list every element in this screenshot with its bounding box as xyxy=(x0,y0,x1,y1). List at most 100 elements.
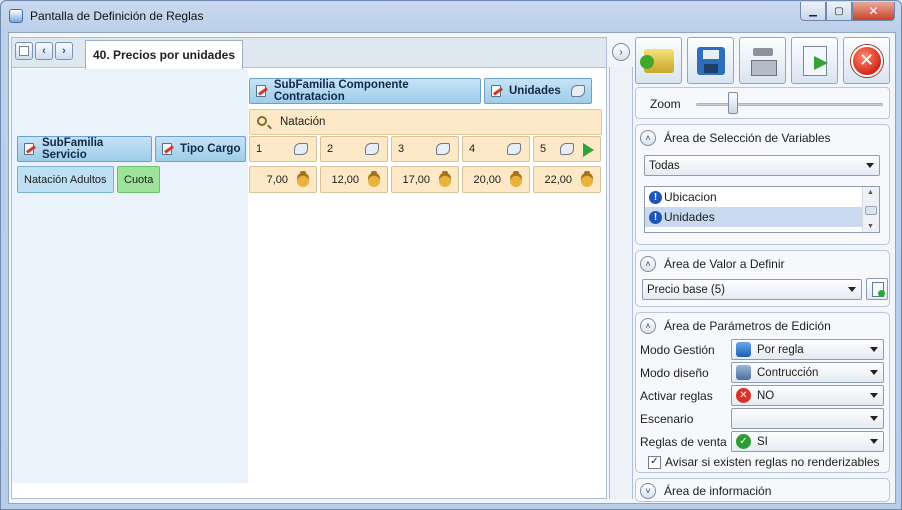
title-bar[interactable]: Pantalla de Definición de Reglas ▁ ▢ ✕ xyxy=(1,1,901,31)
tab-next-button[interactable]: › xyxy=(55,42,73,60)
search-icon xyxy=(257,116,267,126)
modo-diseno-dropdown[interactable]: Contrucción xyxy=(731,362,884,383)
dimension-icon xyxy=(22,142,36,156)
unit-header-cell[interactable]: 5 xyxy=(533,136,601,162)
add-value-button[interactable] xyxy=(866,278,888,300)
price-cell[interactable]: 22,00 xyxy=(533,166,601,193)
yes-icon: ✓ xyxy=(736,434,751,449)
dimension-icon xyxy=(489,84,503,98)
unit-label: 5 xyxy=(540,143,547,155)
variables-list[interactable]: ! Ubicacion ! Unidades ▲ ▼ xyxy=(644,186,880,233)
section-title: Área de Selección de Variables xyxy=(664,131,831,145)
render-warning-checkbox[interactable]: ✓ xyxy=(648,455,661,469)
minimize-button[interactable]: ▁ xyxy=(800,2,826,21)
filter-value: Natación xyxy=(280,116,326,128)
col-dimension-subfamilia-componente[interactable]: SubFamilia Componente Contratacion xyxy=(249,78,481,104)
open-button[interactable] xyxy=(635,37,682,84)
variables-filter-dropdown[interactable]: Todas xyxy=(644,155,880,176)
tab-prev-button[interactable]: ‹ xyxy=(35,42,53,60)
col-dimension-label: SubFamilia Componente Contratacion xyxy=(273,79,409,103)
param-row-activar-reglas: Activar reglas ✕ NO xyxy=(640,385,886,407)
expand-chevron-icon[interactable]: ˅ xyxy=(640,483,656,499)
list-scrollbar[interactable]: ▲ ▼ xyxy=(862,187,879,232)
info-section-header[interactable]: ˅ Área de información xyxy=(640,482,771,500)
list-item[interactable]: ! Unidades xyxy=(645,207,879,227)
dropdown-value: SI xyxy=(757,435,768,448)
panel-splitter[interactable] xyxy=(609,67,633,499)
collapse-chevron-icon[interactable]: ˄ xyxy=(640,256,656,272)
section-title: Área de información xyxy=(664,484,772,498)
param-row-escenario: Escenario xyxy=(640,408,886,430)
price-cell[interactable]: 17,00 xyxy=(391,166,459,193)
zoom-slider-thumb[interactable] xyxy=(728,92,738,114)
col-dimension-unidades[interactable]: Unidades xyxy=(484,78,592,104)
variables-section-header[interactable]: ˄ Área de Selección de Variables xyxy=(640,129,831,147)
price-cell[interactable]: 20,00 xyxy=(462,166,530,193)
section-title: Área de Parámetros de Edición xyxy=(664,319,831,333)
book-icon xyxy=(736,342,751,357)
cancel-button[interactable]: ✕ xyxy=(843,37,890,84)
tab-precios-por-unidades[interactable]: 40. Precios por unidades xyxy=(85,40,243,69)
unit-label: 4 xyxy=(469,143,476,155)
reglas-venta-dropdown[interactable]: ✓ SI xyxy=(731,431,884,452)
row-header-area xyxy=(12,69,248,483)
col-dimension-label: Unidades xyxy=(509,85,561,97)
chevron-down-icon xyxy=(870,393,878,398)
price-value: 17,00 xyxy=(402,173,430,186)
value-dropdown[interactable]: Precio base (5) xyxy=(642,279,862,300)
row-value-subfamilia[interactable]: Natación Adultos xyxy=(17,166,114,193)
link-icon xyxy=(365,143,379,155)
dropdown-value: Todas xyxy=(649,159,680,172)
value-section: ˄ Área de Valor a Definir Precio base (5… xyxy=(635,250,890,307)
money-bag-icon xyxy=(510,171,522,187)
param-label: Modo diseño xyxy=(640,366,709,380)
row-dimension-tipo-cargo[interactable]: Tipo Cargo xyxy=(155,136,246,162)
zoom-slider-track[interactable] xyxy=(696,103,883,106)
collapse-chevron-icon[interactable]: ˄ xyxy=(640,318,656,334)
export-button[interactable] xyxy=(791,37,838,84)
collapse-chevron-icon[interactable]: ˄ xyxy=(640,130,656,146)
filter-value-bar[interactable]: Natación xyxy=(249,109,602,135)
scroll-thumb[interactable] xyxy=(865,206,877,215)
link-icon[interactable] xyxy=(571,85,585,97)
scroll-down-icon[interactable]: ▼ xyxy=(867,223,874,230)
row-value-tipo-cargo[interactable]: Cuota xyxy=(117,166,160,193)
activar-reglas-dropdown[interactable]: ✕ NO xyxy=(731,385,884,406)
row-dimension-label: Tipo Cargo xyxy=(180,143,241,155)
value-section-header[interactable]: ˄ Área de Valor a Definir xyxy=(640,255,785,273)
price-value: 22,00 xyxy=(544,173,572,186)
row-dimension-subfamilia-servicio[interactable]: SubFamilia Servicio xyxy=(17,136,152,162)
play-icon[interactable] xyxy=(583,143,594,157)
price-cell[interactable]: 12,00 xyxy=(320,166,388,193)
checkbox-label: Avisar si existen reglas no renderizable… xyxy=(665,455,880,469)
list-item[interactable]: ! Ubicacion xyxy=(645,187,879,207)
compile-button[interactable] xyxy=(739,37,786,84)
scroll-up-icon[interactable]: ▲ xyxy=(867,189,874,196)
money-bag-icon xyxy=(439,171,451,187)
unit-label: 1 xyxy=(256,143,263,155)
unit-header-cell[interactable]: 3 xyxy=(391,136,459,162)
window-title: Pantalla de Definición de Reglas xyxy=(30,9,204,23)
chevron-down-icon xyxy=(870,347,878,352)
modo-gestion-dropdown[interactable]: Por regla xyxy=(731,339,884,360)
param-row-modo-gestion: Modo Gestión Por regla xyxy=(640,339,886,361)
close-button[interactable]: ✕ xyxy=(852,2,895,21)
maximize-button[interactable]: ▢ xyxy=(826,2,852,21)
collapse-panel-button[interactable]: › xyxy=(612,43,630,61)
tab-list-icon xyxy=(19,46,29,56)
unit-header-cell[interactable]: 1 xyxy=(249,136,317,162)
unit-header-cell[interactable]: 4 xyxy=(462,136,530,162)
link-icon xyxy=(507,143,521,155)
save-button[interactable] xyxy=(687,37,734,84)
tab-menu-button[interactable] xyxy=(15,42,33,60)
dimension-icon xyxy=(254,84,268,98)
unit-header-cell[interactable]: 2 xyxy=(320,136,388,162)
chevron-down-icon xyxy=(870,370,878,375)
price-cell[interactable]: 7,00 xyxy=(249,166,317,193)
cancel-icon: ✕ xyxy=(850,44,883,77)
money-bag-icon xyxy=(297,171,309,187)
escenario-dropdown[interactable] xyxy=(731,408,884,429)
dropdown-value: Por regla xyxy=(757,343,804,356)
chevron-down-icon xyxy=(870,416,878,421)
params-section-header[interactable]: ˄ Área de Parámetros de Edición xyxy=(640,317,831,335)
